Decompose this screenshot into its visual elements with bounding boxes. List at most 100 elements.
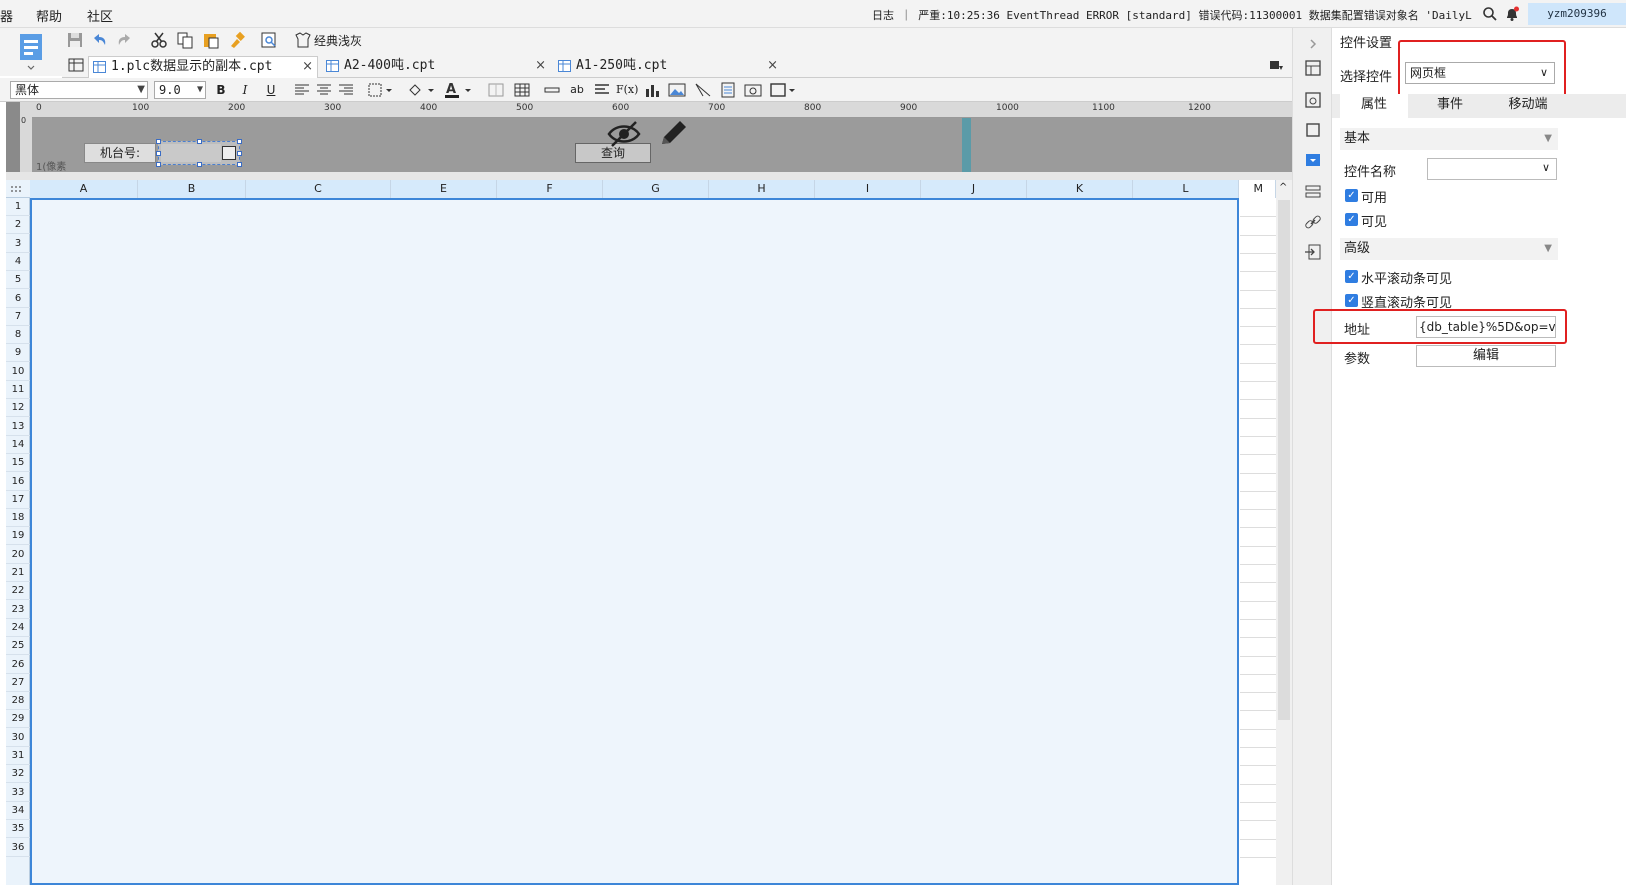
font-family-select[interactable]: 黑体 ▼ xyxy=(10,81,148,99)
row-header-cell[interactable]: 25 xyxy=(6,637,30,656)
widget-frame-icon[interactable] xyxy=(770,82,798,98)
row-header-cell[interactable]: 33 xyxy=(6,784,30,802)
ctrl-name-select[interactable]: ∨ xyxy=(1427,158,1557,180)
vertical-scrollbar[interactable]: ^ xyxy=(1276,180,1292,885)
chart-icon[interactable] xyxy=(644,82,660,98)
condition-attr-icon[interactable] xyxy=(1303,182,1323,202)
tab-report-2[interactable]: A2-400吨.cpt × xyxy=(322,56,550,78)
machine-date-widget[interactable] xyxy=(156,139,242,167)
column-header-cell[interactable]: E xyxy=(391,180,497,198)
machine-input-field[interactable] xyxy=(161,144,221,162)
table-icon[interactable] xyxy=(514,83,530,97)
widget-settings-icon[interactable] xyxy=(1303,150,1323,170)
resize-handle[interactable] xyxy=(237,151,242,156)
row-header-cell[interactable]: 19 xyxy=(6,527,30,546)
edit-params-button[interactable]: 编辑 xyxy=(1416,345,1556,367)
undo-icon[interactable] xyxy=(90,31,108,49)
row-header-cell[interactable]: 26 xyxy=(6,656,30,674)
row-header-cell[interactable]: 20 xyxy=(6,546,30,564)
pane-divider[interactable] xyxy=(6,172,1292,180)
align-left-icon[interactable] xyxy=(294,84,310,96)
enabled-checkbox[interactable]: ✓ xyxy=(1345,189,1358,202)
menu-item-community[interactable]: 社区 xyxy=(87,6,113,25)
import-icon[interactable] xyxy=(1303,242,1323,262)
row-header-cell[interactable]: 24 xyxy=(6,619,30,637)
close-tab-icon[interactable]: × xyxy=(302,57,313,77)
column-header-cell[interactable]: K xyxy=(1027,180,1133,198)
section-basic[interactable]: 基本 ▼ xyxy=(1340,128,1558,150)
cut-icon[interactable] xyxy=(150,31,168,49)
cell-element-icon[interactable] xyxy=(1303,90,1323,110)
resize-handle[interactable] xyxy=(156,162,161,167)
float-element-icon[interactable] xyxy=(1303,120,1323,140)
tab-menu-icon[interactable] xyxy=(1268,58,1284,72)
close-tab-icon[interactable]: × xyxy=(535,56,546,76)
row-header-cell[interactable]: 23 xyxy=(6,601,30,619)
fill-color-icon[interactable] xyxy=(406,82,436,98)
align-center-icon[interactable] xyxy=(316,84,332,96)
row-header-cell[interactable]: 36 xyxy=(6,839,30,857)
row-header-cell[interactable]: 16 xyxy=(6,473,30,491)
calendar-icon[interactable] xyxy=(222,146,236,160)
row-header-cell[interactable]: 22 xyxy=(6,582,30,601)
column-header-cell[interactable]: M xyxy=(1239,180,1276,198)
italic-button[interactable]: I xyxy=(236,81,254,99)
merge-cells-icon[interactable] xyxy=(488,83,504,97)
menu-item-help[interactable]: 帮助 xyxy=(36,6,62,25)
row-header-cell[interactable]: 28 xyxy=(6,692,30,711)
row-header-cell[interactable]: 7 xyxy=(6,308,30,326)
copy-icon[interactable] xyxy=(176,31,194,49)
border-icon[interactable] xyxy=(368,83,394,97)
save-icon[interactable] xyxy=(66,31,84,49)
menu-item-server[interactable]: 器 xyxy=(0,6,13,25)
resize-handle[interactable] xyxy=(237,139,242,144)
embed-icon[interactable] xyxy=(744,82,762,98)
row-header-cell[interactable]: 5 xyxy=(6,271,30,290)
visible-checkbox[interactable]: ✓ xyxy=(1345,213,1358,226)
row-header-cell[interactable]: 35 xyxy=(6,820,30,839)
pane-width-marker[interactable] xyxy=(962,118,971,172)
row-header-cell[interactable]: 11 xyxy=(6,381,30,399)
row-header-cell[interactable]: 1 xyxy=(6,198,30,216)
row-header-cell[interactable]: 13 xyxy=(6,418,30,436)
row-header-cell[interactable]: 32 xyxy=(6,765,30,784)
format-painter-icon[interactable] xyxy=(228,31,246,49)
hscroll-checkbox[interactable]: ✓ xyxy=(1345,270,1358,283)
vscroll-checkbox[interactable]: ✓ xyxy=(1345,294,1358,307)
text-button[interactable]: ab xyxy=(568,81,586,99)
column-header-cell[interactable]: B xyxy=(138,180,246,198)
resize-handle[interactable] xyxy=(156,139,161,144)
selected-cell-range[interactable] xyxy=(30,198,1239,885)
resize-handle[interactable] xyxy=(156,151,161,156)
row-header-cell[interactable]: 34 xyxy=(6,802,30,820)
scroll-up-icon[interactable]: ^ xyxy=(1279,182,1287,193)
underline-button[interactable]: U xyxy=(262,81,280,99)
select-all-icon[interactable] xyxy=(10,185,22,193)
image-icon[interactable] xyxy=(668,82,686,98)
row-header-cell[interactable]: 27 xyxy=(6,674,30,692)
bold-button[interactable]: B xyxy=(212,81,230,99)
redo-icon[interactable] xyxy=(116,31,134,49)
resize-handle[interactable] xyxy=(197,162,202,167)
grid-toggle-icon[interactable] xyxy=(68,58,84,72)
diagonal-icon[interactable] xyxy=(694,82,712,98)
row-header-cell[interactable]: 29 xyxy=(6,710,30,729)
column-header-cell[interactable]: L xyxy=(1133,180,1239,198)
machine-label[interactable]: 机台号: xyxy=(84,143,156,163)
row-header-cell[interactable]: 6 xyxy=(6,290,30,308)
report-logo-icon[interactable] xyxy=(18,32,44,72)
paragraph-icon[interactable] xyxy=(594,83,610,97)
resize-handle[interactable] xyxy=(197,139,202,144)
row-header-cell[interactable]: 31 xyxy=(6,747,30,765)
preview-icon[interactable] xyxy=(260,31,278,49)
cell-attr-icon[interactable] xyxy=(1303,58,1323,78)
row-header-cell[interactable]: 15 xyxy=(6,454,30,473)
column-header-cell[interactable]: F xyxy=(497,180,603,198)
user-badge[interactable]: yzm209396 xyxy=(1528,3,1626,25)
section-advanced[interactable]: 高级 ▼ xyxy=(1340,238,1558,260)
log-message[interactable]: 日志 ｜ 严重:10:25:36 EventThread ERROR [stan… xyxy=(872,7,1472,23)
row-header-cell[interactable]: 10 xyxy=(6,363,30,381)
row-header-cell[interactable]: 14 xyxy=(6,436,30,454)
hyperlink-icon[interactable] xyxy=(1303,212,1323,232)
column-header-cell[interactable]: G xyxy=(603,180,709,198)
